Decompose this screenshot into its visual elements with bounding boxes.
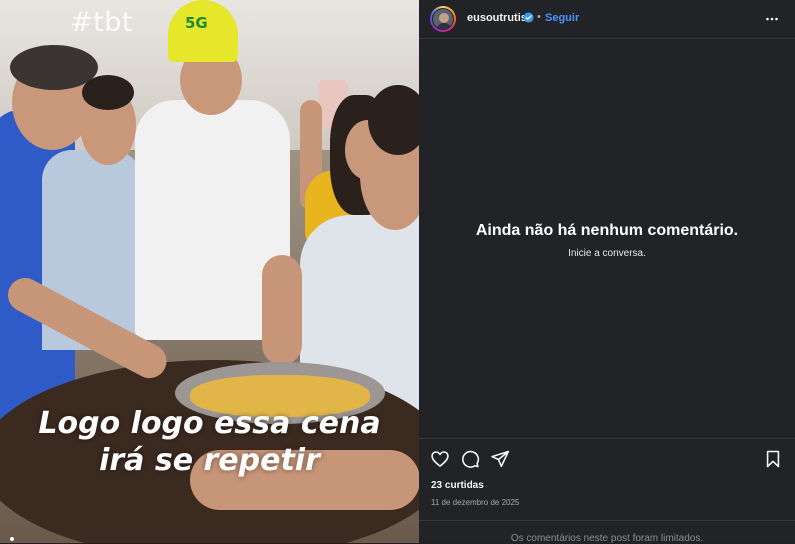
avatar-body [436, 23, 452, 29]
likes-count[interactable]: 23 curtidas [431, 480, 484, 491]
action-bar [419, 449, 795, 471]
heart-icon[interactable] [430, 449, 450, 469]
empty-comments-subtitle: Inicie a conversa. [568, 248, 646, 259]
bookmark-icon[interactable] [763, 449, 783, 469]
photo-hair [82, 75, 134, 110]
post-header: eusoutrutis • Seguir [419, 0, 795, 38]
instagram-post-modal: 5G #tbt Logo logo essa cena irá se repet… [0, 0, 795, 544]
post-media[interactable]: 5G #tbt Logo logo essa cena irá se repet… [0, 0, 419, 543]
carousel-dot-indicator [10, 537, 14, 541]
comment-icon[interactable] [460, 449, 480, 469]
verified-badge-icon [523, 12, 534, 23]
hashtag-overlay: #tbt [70, 7, 133, 38]
comments-limited-notice: Os comentários neste post foram limitado… [510, 533, 704, 544]
post-date[interactable]: 11 de dezembro de 2025 [431, 498, 519, 507]
username-link[interactable]: eusoutrutis [467, 12, 527, 24]
share-icon[interactable] [490, 449, 510, 469]
actions-divider [419, 438, 795, 439]
more-horizontal-icon[interactable] [764, 11, 780, 27]
avatar-face [439, 13, 449, 23]
photo-arm [262, 255, 302, 365]
follow-button[interactable]: Seguir [545, 12, 579, 24]
header-separator: • [537, 11, 541, 23]
avatar-image [432, 8, 454, 30]
header-divider [419, 38, 795, 39]
avatar[interactable] [430, 6, 456, 32]
caption-overlay: Logo logo essa cena irá se repetir [0, 405, 419, 479]
photo-hair [368, 85, 419, 155]
empty-comments-title: Ainda não há nenhum comentário. [475, 222, 739, 239]
photo-cap-text: 5G [185, 14, 208, 32]
caption-line-2: irá se repetir [99, 443, 320, 478]
post-side-panel: eusoutrutis • Seguir Ainda não há nenhum… [419, 0, 795, 544]
footer-divider [419, 520, 795, 521]
caption-line-1: Logo logo essa cena [38, 406, 381, 441]
